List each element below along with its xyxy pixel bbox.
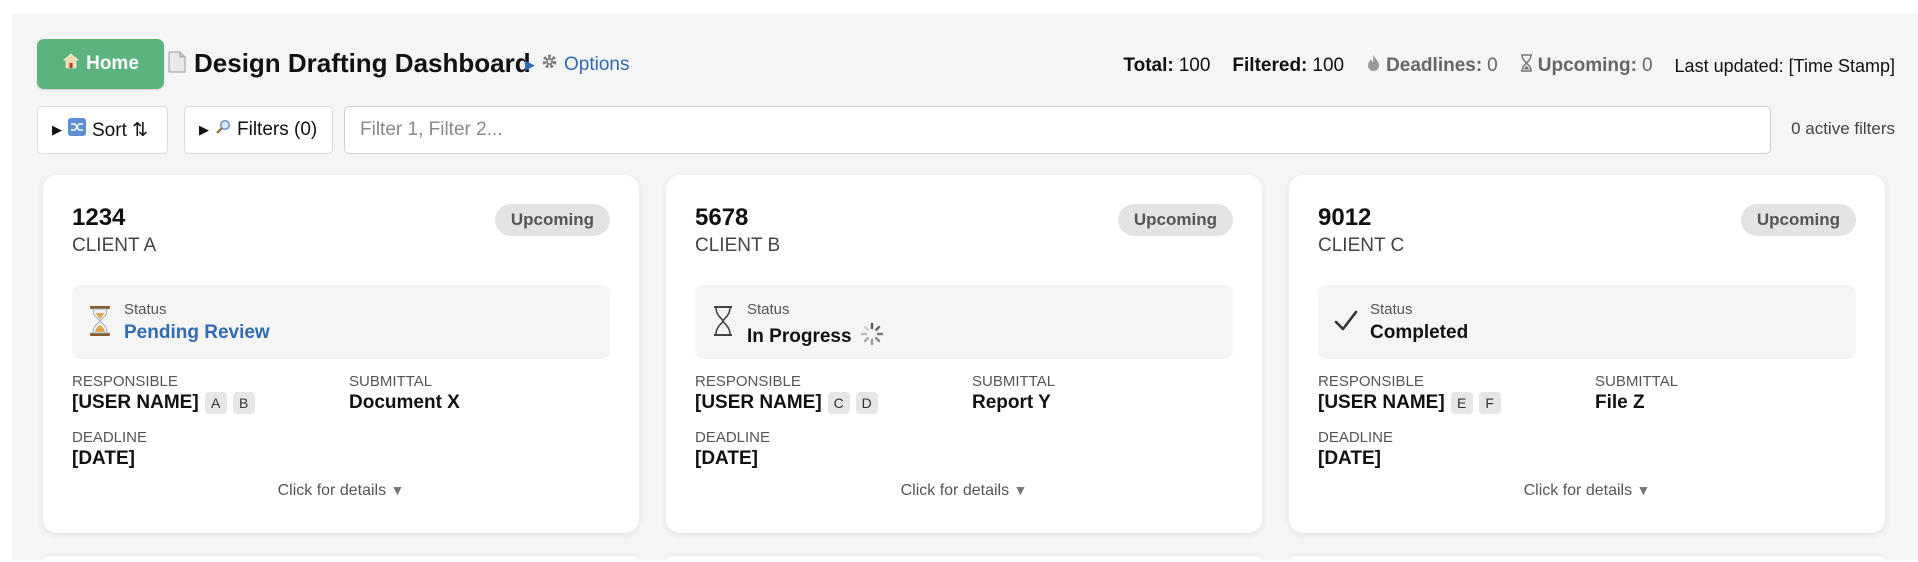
stat-total: Total: 100	[1123, 55, 1211, 76]
filter-input[interactable]	[344, 106, 1771, 154]
deadline-value: [DATE]	[695, 448, 758, 469]
client-name: CLIENT C	[1318, 235, 1405, 256]
caret-down-icon: ▼	[1636, 482, 1651, 498]
deadline-label: DEADLINE	[1318, 429, 1394, 446]
gear-icon	[541, 53, 558, 76]
project-number: 5678	[695, 204, 749, 231]
project-card[interactable]: 9012 CLIENT C Upcoming Status Completed …	[1289, 175, 1885, 533]
card-edge	[43, 556, 639, 562]
submittal-value: File Z	[1595, 392, 1645, 413]
deadline-label: DEADLINE	[695, 429, 771, 446]
magnifier-icon	[215, 119, 231, 141]
assignee-tag: C	[827, 392, 850, 414]
triangle-right-icon: ▶	[199, 122, 209, 137]
home-button[interactable]: Home	[37, 39, 164, 89]
client-name: CLIENT B	[695, 235, 781, 256]
submittal-label: SUBMITTAL	[1595, 373, 1679, 390]
responsible-label: RESPONSIBLE	[1318, 373, 1424, 390]
caret-down-icon: ▼	[1013, 482, 1028, 498]
top-bar: Home Design Drafting Dashboard ▶ Options…	[37, 39, 1895, 89]
flame-icon	[1366, 54, 1381, 78]
status-value: Completed	[1370, 322, 1469, 343]
details-link[interactable]: Click for details ▼	[43, 482, 639, 500]
hourglass-empty-icon	[709, 304, 737, 338]
submittal-label: SUBMITTAL	[349, 373, 433, 390]
responsible-value: [USER NAME] C D	[695, 392, 878, 414]
assignee-tag: F	[1478, 392, 1501, 414]
status-label: Status	[747, 301, 790, 318]
details-link[interactable]: Click for details ▼	[666, 482, 1262, 500]
options-toggle[interactable]: ▶ Options	[525, 53, 629, 76]
assignee-tag: B	[232, 392, 255, 414]
status-label: Status	[1370, 301, 1413, 318]
active-filters-count: 0 active filters	[1791, 119, 1895, 138]
responsible-label: RESPONSIBLE	[695, 373, 801, 390]
stat-upcoming: Upcoming: 0	[1520, 54, 1653, 78]
spinner-icon	[860, 322, 884, 352]
submittal-value: Report Y	[972, 392, 1051, 413]
page-title: Design Drafting Dashboard	[194, 48, 531, 78]
filters-label: Filters (0)	[237, 119, 318, 140]
submittal-value: Document X	[349, 392, 460, 413]
stat-deadlines: Deadlines: 0	[1366, 54, 1498, 78]
status-value: In Progress	[747, 322, 884, 352]
status-badge: Upcoming	[1117, 204, 1233, 236]
filters-button[interactable]: ▶ Filters (0)	[184, 106, 333, 154]
shuffle-icon	[68, 118, 86, 142]
project-card[interactable]: 5678 CLIENT B Upcoming Status In Progres…	[666, 175, 1262, 533]
hourglass-icon	[86, 304, 114, 338]
status-panel: Status Pending Review	[72, 285, 610, 359]
deadline-value: [DATE]	[72, 448, 135, 469]
stats-bar: Total: 100 Filtered: 100 Deadlines: 0 Upcom…	[1101, 54, 1895, 78]
home-button-label: Home	[86, 53, 139, 74]
status-panel: Status In Progress	[695, 285, 1233, 359]
responsible-label: RESPONSIBLE	[72, 373, 178, 390]
triangle-right-icon: ▶	[52, 122, 62, 137]
sort-label: Sort ⇅	[92, 119, 149, 141]
project-number: 1234	[72, 204, 126, 231]
card-edge	[666, 556, 1262, 562]
triangle-right-icon: ▶	[525, 56, 535, 72]
sort-button[interactable]: ▶ Sort ⇅	[37, 106, 168, 154]
status-badge: Upcoming	[494, 204, 610, 236]
project-number: 9012	[1318, 204, 1372, 231]
deadline-value: [DATE]	[1318, 448, 1381, 469]
status-value: Pending Review	[124, 322, 270, 343]
filter-bar: ▶ Sort ⇅ ▶ Filters (0) 0 active filters	[37, 106, 1895, 154]
status-panel: Status Completed	[1318, 285, 1856, 359]
assignee-tag: E	[1450, 392, 1473, 414]
details-link[interactable]: Click for details ▼	[1289, 482, 1885, 500]
card-edge	[1289, 556, 1885, 562]
project-card[interactable]: 1234 CLIENT A Upcoming Status Pending Re…	[43, 175, 639, 533]
deadline-label: DEADLINE	[72, 429, 148, 446]
caret-down-icon: ▼	[390, 482, 405, 498]
status-label: Status	[124, 301, 167, 318]
submittal-label: SUBMITTAL	[972, 373, 1056, 390]
status-badge: Upcoming	[1740, 204, 1856, 236]
stat-filtered: Filtered: 100	[1232, 55, 1345, 76]
client-name: CLIENT A	[72, 235, 157, 256]
checkmark-icon	[1332, 304, 1360, 338]
assignee-tag: A	[204, 392, 227, 414]
assignee-tag: D	[855, 392, 878, 414]
house-icon	[62, 52, 80, 76]
options-label: Options	[564, 53, 630, 75]
responsible-value: [USER NAME] A B	[72, 392, 255, 414]
hourglass-icon	[1520, 54, 1533, 78]
responsible-value: [USER NAME] E F	[1318, 392, 1501, 414]
last-updated: Last updated: [Time Stamp]	[1674, 55, 1895, 76]
document-icon	[168, 51, 186, 73]
